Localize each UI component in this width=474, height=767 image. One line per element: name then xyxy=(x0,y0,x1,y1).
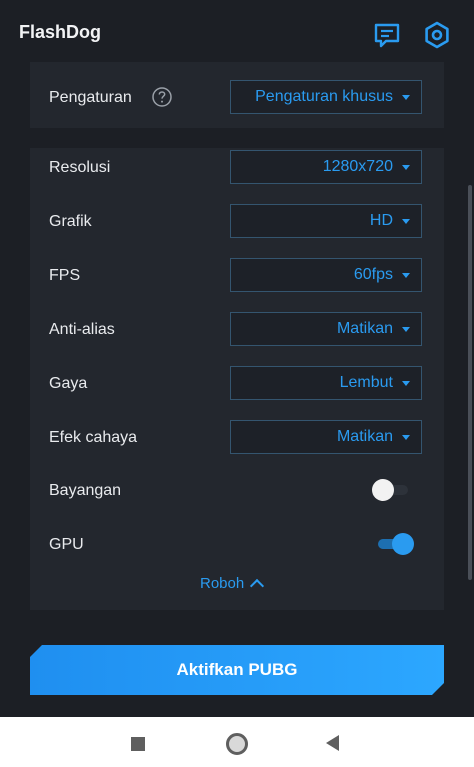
anti-alias-select[interactable]: Matikan xyxy=(230,312,422,346)
divider xyxy=(30,128,444,148)
select-value: Matikan xyxy=(336,320,393,337)
graphics-select[interactable]: HD xyxy=(230,204,422,238)
home-icon[interactable] xyxy=(226,733,248,755)
row-label: Bayangan xyxy=(49,482,122,499)
graphics-row: Grafik HD xyxy=(30,204,444,240)
chevron-down-icon xyxy=(402,381,410,386)
mode-select[interactable]: Pengaturan khusus xyxy=(230,80,422,114)
select-value: 60fps xyxy=(353,266,393,283)
resolution-row: Resolusi 1280x720 xyxy=(30,150,444,186)
select-value: 1280x720 xyxy=(322,158,393,175)
chevron-down-icon xyxy=(402,273,410,278)
chevron-down-icon xyxy=(402,165,410,170)
settings-panel: Pengaturan Pengaturan khusus Resolusi 12… xyxy=(30,62,444,610)
row-label: Anti-alias xyxy=(49,321,115,338)
style-row: Gaya Lembut xyxy=(30,366,444,402)
system-nav-bar xyxy=(0,717,474,767)
fps-row: FPS 60fps xyxy=(30,258,444,294)
shadow-toggle[interactable] xyxy=(370,478,414,502)
gpu-toggle[interactable] xyxy=(370,532,414,556)
chevron-down-icon xyxy=(402,327,410,332)
app-bar: FlashDog xyxy=(0,0,474,62)
settings-hex-icon[interactable] xyxy=(422,20,452,50)
row-label: Efek cahaya xyxy=(49,429,138,446)
fps-select[interactable]: 60fps xyxy=(230,258,422,292)
anti-alias-row: Anti-alias Matikan xyxy=(30,312,444,348)
select-value: HD xyxy=(369,212,393,229)
help-icon[interactable] xyxy=(151,86,173,108)
row-label: Resolusi xyxy=(49,159,111,176)
chevron-down-icon xyxy=(402,219,410,224)
collapse-link[interactable]: Roboh xyxy=(200,575,265,594)
row-label: GPU xyxy=(49,536,84,553)
collapse-label: Roboh xyxy=(200,575,245,592)
style-select[interactable]: Lembut xyxy=(230,366,422,400)
mode-select-value: Pengaturan khusus xyxy=(255,88,393,105)
feedback-icon[interactable] xyxy=(372,20,402,50)
toggle-knob xyxy=(372,479,394,501)
select-value: Lembut xyxy=(339,374,393,391)
select-value: Matikan xyxy=(336,428,393,445)
scrollbar[interactable] xyxy=(468,185,472,580)
gpu-row: GPU xyxy=(30,527,444,563)
mode-row: Pengaturan Pengaturan khusus xyxy=(30,80,444,116)
app-title: FlashDog xyxy=(19,22,102,42)
chevron-down-icon xyxy=(402,435,410,440)
back-icon[interactable] xyxy=(326,735,339,751)
row-label: Grafik xyxy=(49,213,92,230)
chevron-up-icon xyxy=(250,578,265,594)
recent-apps-icon[interactable] xyxy=(131,737,145,751)
mode-label: Pengaturan xyxy=(49,89,132,106)
shadow-row: Bayangan xyxy=(30,473,444,509)
resolution-select[interactable]: 1280x720 xyxy=(230,150,422,184)
row-label: Gaya xyxy=(49,375,88,392)
activate-pubg-button[interactable]: Aktifkan PUBG xyxy=(30,645,444,695)
row-label: FPS xyxy=(49,267,81,284)
toggle-knob xyxy=(392,533,414,555)
light-effect-row: Efek cahaya Matikan xyxy=(30,420,444,456)
light-effect-select[interactable]: Matikan xyxy=(230,420,422,454)
chevron-down-icon xyxy=(402,95,410,100)
